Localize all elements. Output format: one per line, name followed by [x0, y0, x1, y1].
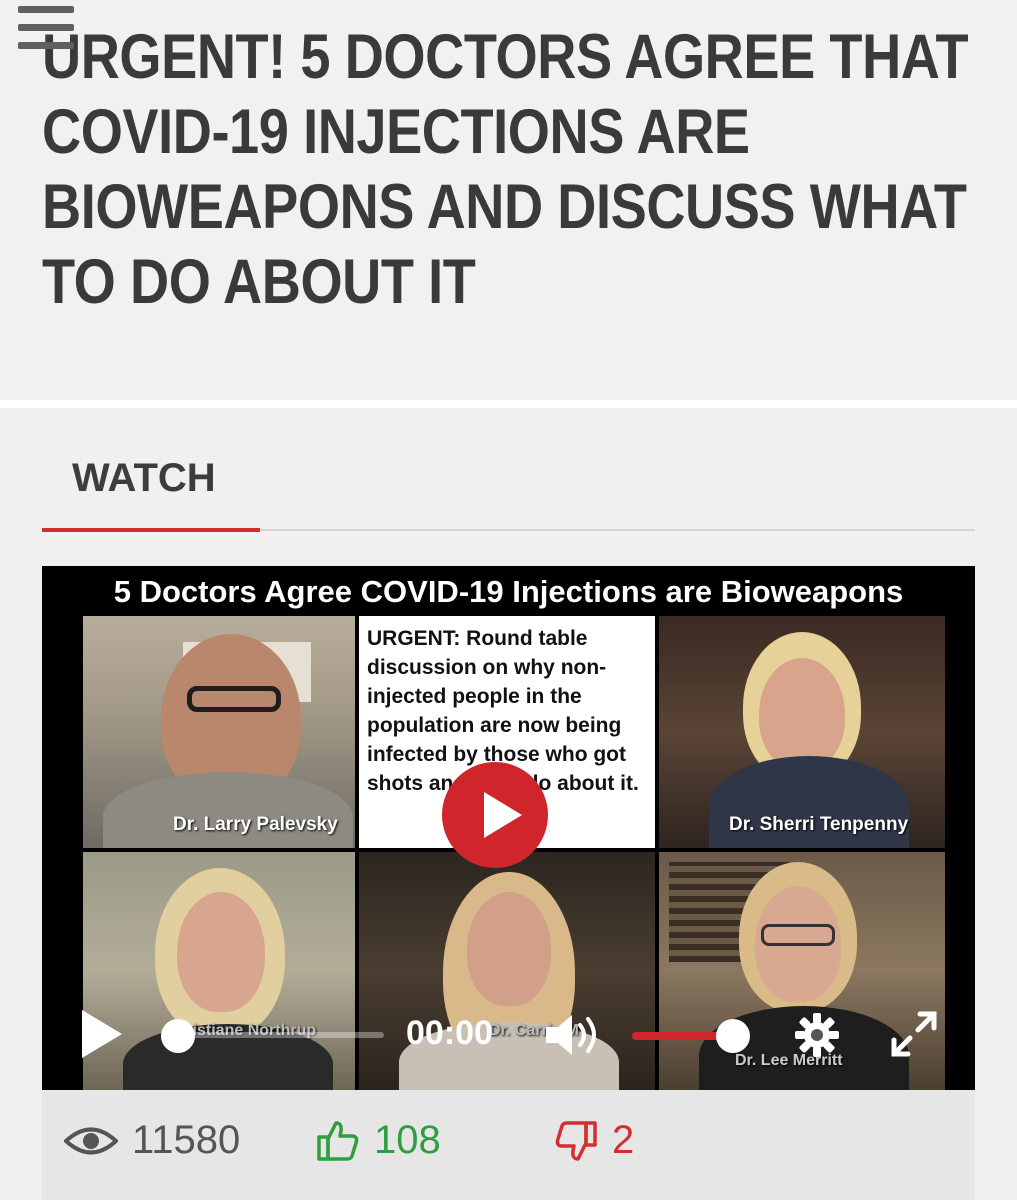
- video-tile-top-left: Dr. Larry Palevsky: [83, 616, 355, 848]
- glasses: [761, 924, 835, 946]
- person-head: [177, 892, 265, 1012]
- person-body: [103, 772, 353, 848]
- headline-area: URGENT! 5 DOCTORS AGREE THAT COVID-19 IN…: [0, 0, 1017, 400]
- person-head: [759, 658, 845, 770]
- video-tile-top-right: Dr. Sherri Tenpenny: [659, 616, 945, 848]
- video-banner-title: 5 Doctors Agree COVID-19 Injections are …: [113, 574, 904, 609]
- hamburger-menu-icon[interactable]: [18, 4, 74, 52]
- video-controls: 00:00: [42, 1002, 975, 1062]
- progress-track[interactable]: [178, 1032, 384, 1038]
- dislikes-value: 2: [612, 1118, 635, 1162]
- time-display: 00:00: [406, 1014, 493, 1052]
- play-button[interactable]: [442, 762, 548, 868]
- participant-name: Dr. Larry Palevsky: [173, 814, 338, 835]
- section-underline-accent: [42, 528, 260, 532]
- watch-section: WATCH 5 Doctors Agree COVID-19 Injection…: [0, 408, 1017, 1200]
- eye-icon: [64, 1127, 118, 1154]
- expand-icon[interactable]: [888, 1008, 940, 1060]
- thumbs-up-icon: [317, 1120, 359, 1161]
- control-play-icon[interactable]: [78, 1008, 126, 1060]
- likes-value: 108: [374, 1118, 441, 1162]
- participant-name: Dr. Sherri Tenpenny: [729, 814, 909, 835]
- like-button[interactable]: 108: [316, 1118, 441, 1163]
- gear-icon[interactable]: [794, 1012, 840, 1058]
- play-icon: [484, 792, 522, 838]
- page-title: URGENT! 5 DOCTORS AGREE THAT COVID-19 IN…: [42, 22, 969, 317]
- volume-knob[interactable]: [716, 1019, 750, 1053]
- views-value: 11580: [132, 1118, 241, 1162]
- progress-scrubber[interactable]: [161, 1019, 195, 1053]
- video-player[interactable]: 5 Doctors Agree COVID-19 Injections are …: [42, 566, 975, 1090]
- person-head: [467, 892, 551, 1006]
- thumbs-down-icon: [555, 1120, 597, 1161]
- views-count: 11580: [64, 1118, 240, 1163]
- volume-icon[interactable]: [542, 1010, 606, 1060]
- section-divider: [0, 400, 1017, 408]
- glasses: [187, 686, 281, 712]
- dislike-button[interactable]: 2: [554, 1118, 634, 1163]
- stats-bar: 11580 108 2: [42, 1090, 975, 1200]
- section-label: WATCH: [72, 456, 216, 500]
